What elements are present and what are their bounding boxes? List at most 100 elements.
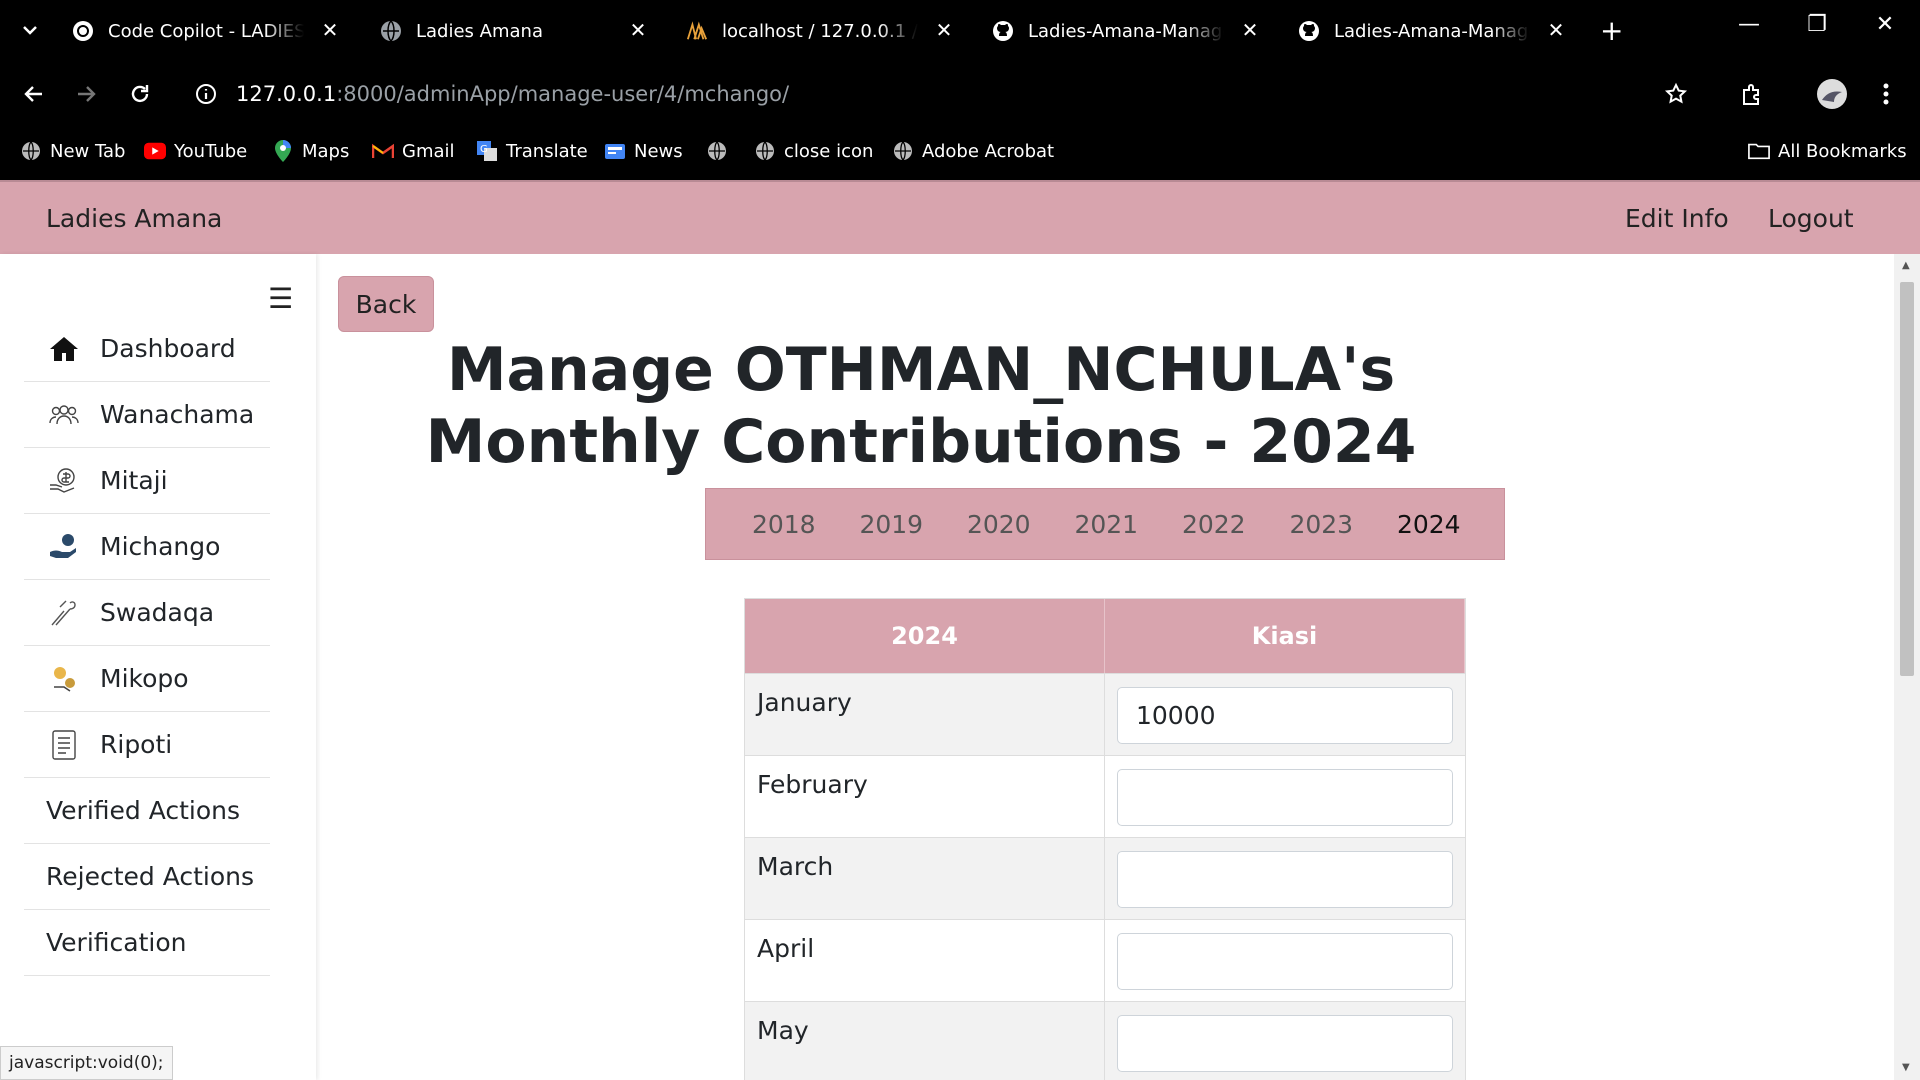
sidebar-item-michango[interactable]: Michango: [24, 514, 270, 580]
sidebar-item-verified-actions[interactable]: Verified Actions: [24, 778, 270, 844]
table-row: May: [745, 1001, 1465, 1080]
status-bar-link-preview: javascript:void(0);: [0, 1046, 173, 1080]
bookmark-close-icon[interactable]: close icon: [754, 140, 873, 162]
globe-icon: [380, 20, 402, 42]
logout-link[interactable]: Logout: [1768, 204, 1854, 233]
close-tab-icon[interactable]: ✕: [318, 18, 342, 42]
sidebar-item-label: Wanachama: [100, 400, 255, 429]
year-tab-2022[interactable]: 2022: [1160, 510, 1268, 539]
tab-code-copilot[interactable]: Code Copilot - LADIESS-Sys ✕: [72, 10, 342, 52]
folder-icon: [1748, 140, 1770, 162]
news-icon: [604, 140, 626, 162]
tab-search-chevron-icon[interactable]: [18, 18, 42, 42]
profile-avatar-icon[interactable]: [1816, 78, 1848, 110]
month-label: January: [745, 674, 1105, 755]
close-tab-icon[interactable]: ✕: [1544, 18, 1568, 42]
youtube-icon: [144, 140, 166, 162]
page-scrollbar[interactable]: ▲ ▼: [1894, 254, 1920, 1080]
giving-hand-icon: [44, 593, 84, 633]
amount-input-february[interactable]: [1117, 769, 1453, 826]
minimize-icon[interactable]: —: [1734, 12, 1764, 37]
sidebar-item-swadaqa[interactable]: Swadaqa: [24, 580, 270, 646]
close-window-icon[interactable]: ✕: [1870, 12, 1900, 37]
tab-phpmyadmin[interactable]: localhost / 127.0.0.1 / ladies ✕: [686, 10, 956, 52]
close-tab-icon[interactable]: ✕: [932, 18, 956, 42]
bookmark-gmail[interactable]: Gmail: [372, 140, 455, 162]
close-tab-icon[interactable]: ✕: [1238, 18, 1262, 42]
page-title: Manage OTHMAN_NCHULA's Monthly Contribut…: [425, 335, 1417, 477]
reload-icon[interactable]: [124, 78, 156, 110]
sidebar-item-mitaji[interactable]: Mitaji: [24, 448, 270, 514]
sidebar-item-rejected-actions[interactable]: Rejected Actions: [24, 844, 270, 910]
bookmark-adobe-acrobat[interactable]: Adobe Acrobat: [892, 140, 1054, 162]
sidebar-toggle-icon[interactable]: ☰: [268, 282, 293, 315]
bookmark-translate[interactable]: G Translate: [476, 140, 588, 162]
sidebar-item-label: Swadaqa: [100, 598, 215, 627]
sidebar-item-label: Michango: [100, 532, 221, 561]
url-path: :8000/adminApp/manage-user/4/mchango/: [336, 82, 790, 106]
tab-github-1[interactable]: Ladies-Amana-Management ✕: [992, 10, 1262, 52]
amount-input-march[interactable]: [1117, 851, 1453, 908]
sidebar-item-label: Mikopo: [100, 664, 189, 693]
all-bookmarks[interactable]: All Bookmarks: [1748, 140, 1907, 162]
close-tab-icon[interactable]: ✕: [626, 18, 650, 42]
sidebar-item-label: Verification: [46, 928, 187, 957]
sidebar-item-dashboard[interactable]: Dashboard: [24, 316, 270, 382]
loan-icon: [44, 659, 84, 699]
amount-input-april[interactable]: [1117, 933, 1453, 990]
report-icon: [44, 725, 84, 765]
tab-ladies-amana[interactable]: Ladies Amana ✕: [380, 10, 650, 52]
main-content: Back Manage OTHMAN_NCHULA's Monthly Cont…: [316, 254, 1894, 1080]
year-tab-2021[interactable]: 2021: [1053, 510, 1161, 539]
edit-info-link[interactable]: Edit Info: [1625, 204, 1729, 233]
members-icon: [44, 395, 84, 435]
sidebar-item-ripoti[interactable]: Ripoti: [24, 712, 270, 778]
back-button[interactable]: Back: [338, 276, 434, 332]
amount-input-january[interactable]: [1117, 687, 1453, 744]
browser-menu-icon[interactable]: [1870, 78, 1902, 110]
bookmark-maps[interactable]: Maps: [272, 140, 349, 162]
translate-icon: G: [476, 140, 498, 162]
forward-arrow-icon[interactable]: [70, 78, 102, 110]
sidebar-item-verification[interactable]: Verification: [24, 910, 270, 976]
tab-title: Ladies-Amana-Management: [1028, 20, 1224, 42]
scroll-down-arrow-icon[interactable]: ▼: [1902, 1062, 1910, 1073]
month-label: March: [745, 838, 1105, 919]
url-host: 127.0.0.1: [236, 82, 337, 106]
sidebar-item-label: Ripoti: [100, 730, 173, 759]
amount-input-may[interactable]: [1117, 1015, 1453, 1072]
bookmark-new-tab[interactable]: New Tab: [20, 140, 125, 162]
year-tab-2020[interactable]: 2020: [945, 510, 1053, 539]
hand-coin-icon: [44, 527, 84, 567]
column-header-kiasi: Kiasi: [1105, 599, 1465, 673]
bookmark-news[interactable]: News: [604, 140, 683, 162]
url-field[interactable]: 127.0.0.1:8000/adminApp/manage-user/4/mc…: [236, 82, 789, 106]
sidebar-item-mikopo[interactable]: Mikopo: [24, 646, 270, 712]
money-hand-icon: [44, 461, 84, 501]
year-tab-2019[interactable]: 2019: [838, 510, 946, 539]
year-tab-2018[interactable]: 2018: [730, 510, 838, 539]
back-arrow-icon[interactable]: [18, 78, 50, 110]
site-info-icon[interactable]: [190, 78, 222, 110]
sidebar-item-label: Dashboard: [100, 334, 236, 363]
top-navbar: Ladies Amana Edit Info Logout: [0, 180, 1920, 254]
sidebar-item-label: Rejected Actions: [46, 862, 255, 891]
new-tab-button[interactable]: +: [1600, 14, 1623, 47]
scroll-up-arrow-icon[interactable]: ▲: [1902, 260, 1910, 271]
scrollbar-thumb[interactable]: [1900, 282, 1914, 676]
bookmark-unnamed[interactable]: [706, 140, 736, 162]
restore-icon[interactable]: ❐: [1802, 12, 1832, 37]
globe-icon: [20, 140, 42, 162]
table-header: 2024 Kiasi: [745, 599, 1465, 673]
year-tab-2023[interactable]: 2023: [1268, 510, 1376, 539]
year-tab-2024[interactable]: 2024: [1375, 510, 1483, 539]
tab-strip: Code Copilot - LADIESS-Sys ✕ Ladies Aman…: [0, 0, 1920, 62]
home-icon: [44, 329, 84, 369]
tab-github-2[interactable]: Ladies-Amana-Management ✕: [1298, 10, 1568, 52]
sidebar-item-wanachama[interactable]: Wanachama: [24, 382, 270, 448]
bookmark-star-icon[interactable]: [1660, 78, 1692, 110]
brand-link[interactable]: Ladies Amana: [46, 204, 222, 233]
extensions-icon[interactable]: [1736, 78, 1768, 110]
bookmark-youtube[interactable]: YouTube: [144, 140, 247, 162]
month-label: February: [745, 756, 1105, 837]
